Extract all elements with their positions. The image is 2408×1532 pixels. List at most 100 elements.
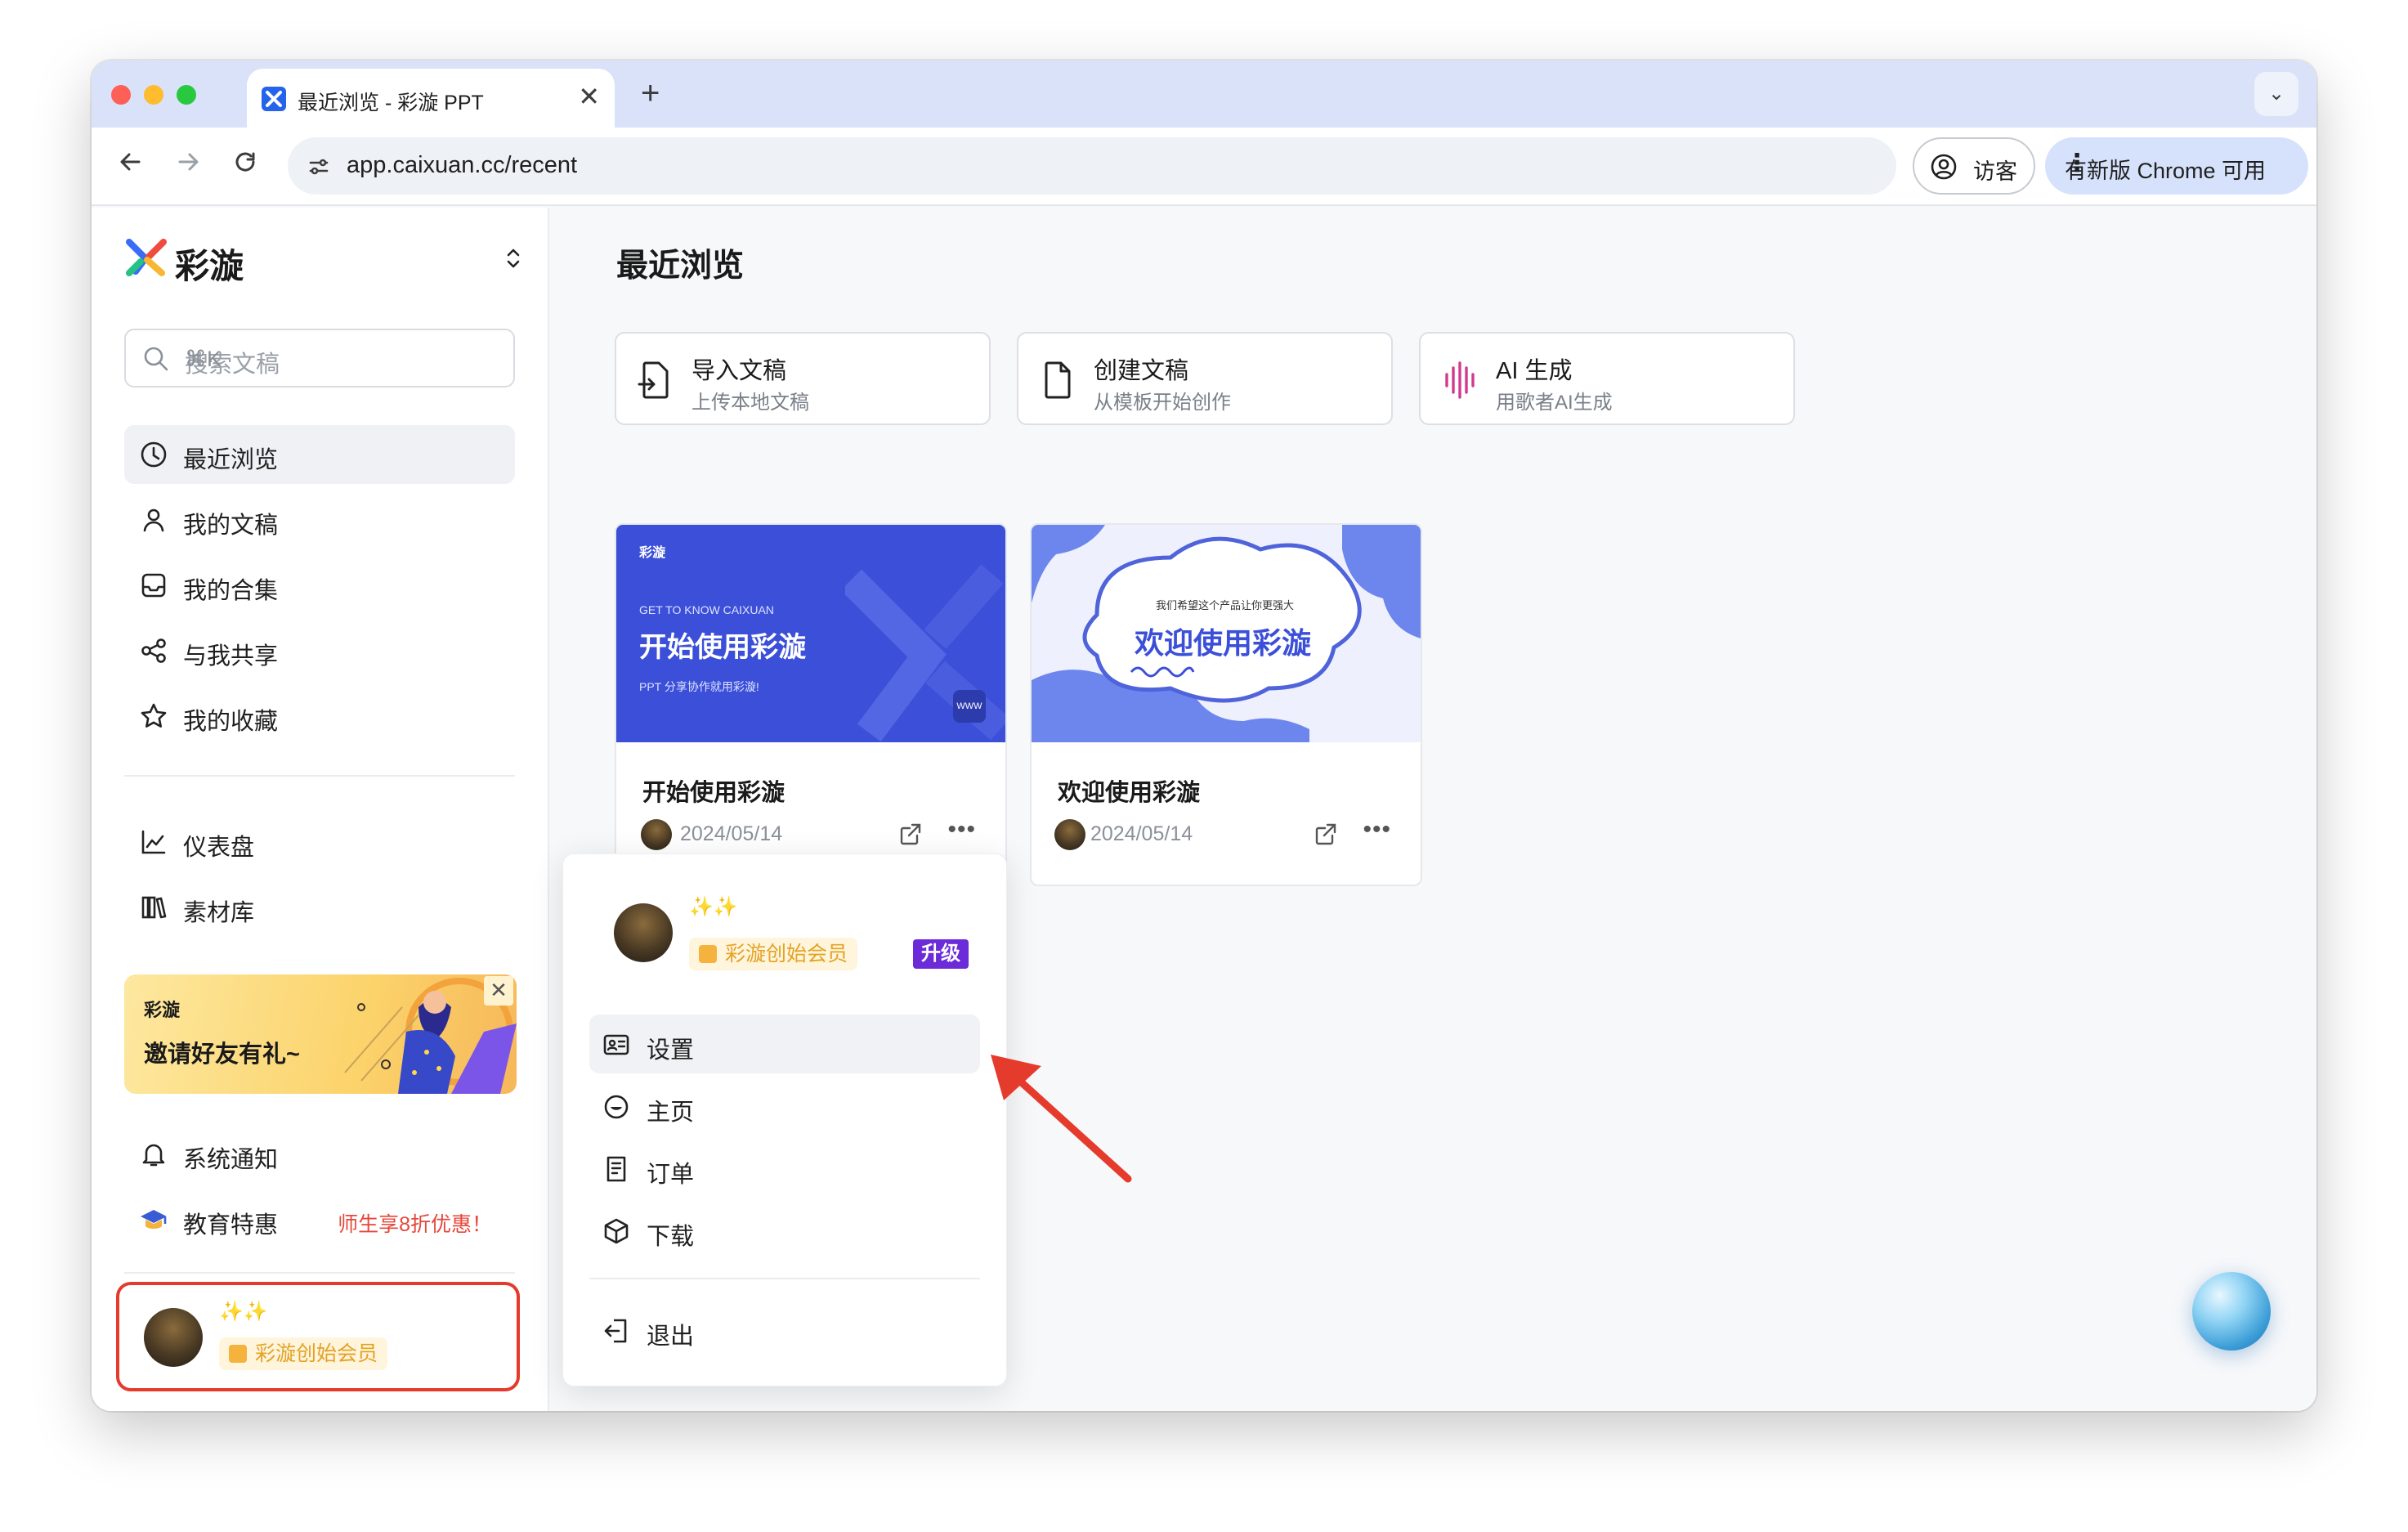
doc-title: 欢迎使用彩漩 [1058,780,1201,806]
back-button[interactable] [116,147,145,183]
promo-close-button[interactable]: ✕ [484,976,513,1006]
tab-close-button[interactable]: ✕ [578,83,600,110]
tab-search-button[interactable]: ⌄ [2254,72,2298,116]
menu-item-orders[interactable]: 订单 [589,1139,980,1198]
guest-label: 访客 [1973,159,2017,184]
inbox-icon [139,571,168,600]
sidebar-item-education[interactable]: 教育特惠 师生享8折优惠！ [124,1190,515,1249]
reload-button[interactable] [231,147,260,183]
sidebar-divider [124,775,515,777]
doc-title: 开始使用彩漩 [642,780,786,806]
receipt-icon [602,1155,630,1183]
search-input[interactable]: 搜索文稿 ⌘K [124,329,515,387]
menu-item-logout[interactable]: 退出 [589,1301,980,1360]
settings-card-icon [602,1031,630,1059]
sidebar-item-my-docs[interactable]: 我的文稿 [124,491,515,549]
sparkle-icon: ✨✨ [219,1301,268,1323]
file-icon [1040,360,1076,401]
import-file-icon [638,360,674,401]
menu-item-label: 订单 [647,1162,695,1188]
sidebar-item-shared[interactable]: 与我共享 [124,621,515,680]
more-options-icon[interactable]: ••• [947,816,976,844]
close-window-button[interactable] [111,85,131,105]
star-icon [139,701,168,731]
sidebar-item-my-collections[interactable]: 我的合集 [124,556,515,615]
menu-item-label: 下载 [647,1224,695,1250]
avatar [144,1308,203,1367]
sidebar-divider [124,1272,515,1274]
user-icon [139,505,168,535]
ai-generate-button[interactable]: AI 生成 用歌者AI生成 [1419,332,1795,425]
create-doc-button[interactable]: 创建文稿 从模板开始创作 [1017,332,1393,425]
assistant-orb-button[interactable] [2192,1272,2271,1351]
address-bar[interactable]: app.caixuan.cc/recent [288,137,1896,195]
invite-promo-banner[interactable]: 彩漩 邀请好友有礼~ ✕ [124,974,517,1094]
package-icon [602,1217,630,1245]
sidebar-item-dashboard[interactable]: 仪表盘 [124,813,515,871]
chart-icon [139,827,168,857]
upgrade-button[interactable]: 升级 [913,939,969,969]
browser-tab[interactable]: 最近浏览 - 彩漩 PPT ✕ [247,69,615,128]
sidebar-item-favorites[interactable]: 我的收藏 [124,687,515,746]
profile-guest-button[interactable]: 访客 [1913,137,2035,195]
menu-divider [589,1278,980,1279]
arrow-left-icon [120,153,141,171]
more-options-icon[interactable]: ••• [1363,816,1391,844]
logout-icon [602,1317,630,1345]
sidebar-item-library[interactable]: 素材库 [124,878,515,937]
sparkle-icon: ✨✨ [689,896,738,918]
squiggle-line [1130,666,1195,678]
menu-item-home[interactable]: 主页 [589,1077,980,1136]
brand-switcher[interactable]: 彩漩 [124,232,533,285]
kebab-menu-icon[interactable]: ⋮ [2065,149,2290,177]
minimize-window-button[interactable] [144,85,163,105]
sidebar-item-notifications[interactable]: 系统通知 [124,1125,515,1184]
avatar [641,819,672,850]
import-doc-button[interactable]: 导入文稿 上传本地文稿 [615,332,991,425]
page-title: 最近浏览 [616,249,745,284]
annotation-arrow-icon [991,1055,1132,1183]
tab-title: 最近浏览 - 彩漩 PPT [298,92,484,114]
sidebar-item-label: 与我共享 [183,643,279,670]
browser-titlebar: 最近浏览 - 彩漩 PPT ✕ + ⌄ [92,60,2316,128]
sidebar-item-label: 素材库 [183,900,255,926]
new-tab-button[interactable]: + [641,77,660,110]
browser-toolbar: app.caixuan.cc/recent 访客 有新版 Chrome 可用 ⋮ [92,128,2316,206]
membership-badge: 彩漩创始会员 [219,1337,388,1370]
avatar [614,903,673,962]
thumb-caption: 我们希望这个产品让你更强大 [1156,599,1295,611]
action-title: 创建文稿 [1094,358,1189,384]
avatar [1054,819,1085,850]
menu-item-download[interactable]: 下载 [589,1201,980,1260]
app-body: 彩漩 搜索文稿 ⌘K 最近浏览 我的文稿 我的合集 与我共享 我的收藏 仪表盘 … [92,208,2316,1411]
promo-brand: 彩漩 [144,1000,181,1020]
open-external-icon[interactable] [1313,821,1339,851]
sidebar-item-label: 仪表盘 [183,835,255,861]
action-subtitle: 用歌者AI生成 [1496,392,1613,414]
globe-badge-icon: WWW [953,690,986,723]
sidebar-item-recent[interactable]: 最近浏览 [124,425,515,484]
chrome-update-button[interactable]: 有新版 Chrome 可用 ⋮ [2045,137,2308,195]
doc-card[interactable]: 我们希望这个产品让你更强大 欢迎使用彩漩 欢迎使用彩漩 2024/05/14 •… [1030,523,1422,886]
open-external-icon[interactable] [897,821,924,851]
share-icon [139,636,168,665]
clock-icon [139,440,168,469]
search-icon [144,347,168,371]
thumb-subtitle: PPT 分享协作就用彩漩! [639,680,759,693]
site-settings-icon[interactable] [306,154,332,180]
user-profile-card[interactable]: ✨✨ 彩漩创始会员 [116,1282,520,1391]
sidebar: 彩漩 搜索文稿 ⌘K 最近浏览 我的文稿 我的合集 与我共享 我的收藏 仪表盘 … [92,208,549,1411]
promo-text: 邀请好友有礼~ [144,1041,300,1068]
menu-item-settings[interactable]: 设置 [589,1015,980,1073]
search-shortcut: ⌘K [185,347,222,371]
action-subtitle: 上传本地文稿 [692,392,809,414]
thumb-headline: 欢迎使用彩漩 [1135,626,1312,660]
forward-button[interactable] [173,147,203,183]
maximize-window-button[interactable] [177,85,196,105]
profile-icon [1931,154,1957,180]
caixuan-logo-icon [126,239,167,276]
thumb-kicker: GET TO KNOW CAIXUAN [639,603,774,616]
sidebar-item-label: 我的收藏 [183,709,279,735]
doc-card[interactable]: 彩漩 GET TO KNOW CAIXUAN 开始使用彩漩 PPT 分享协作就用… [615,523,1007,886]
caixuan-favicon [262,87,286,111]
